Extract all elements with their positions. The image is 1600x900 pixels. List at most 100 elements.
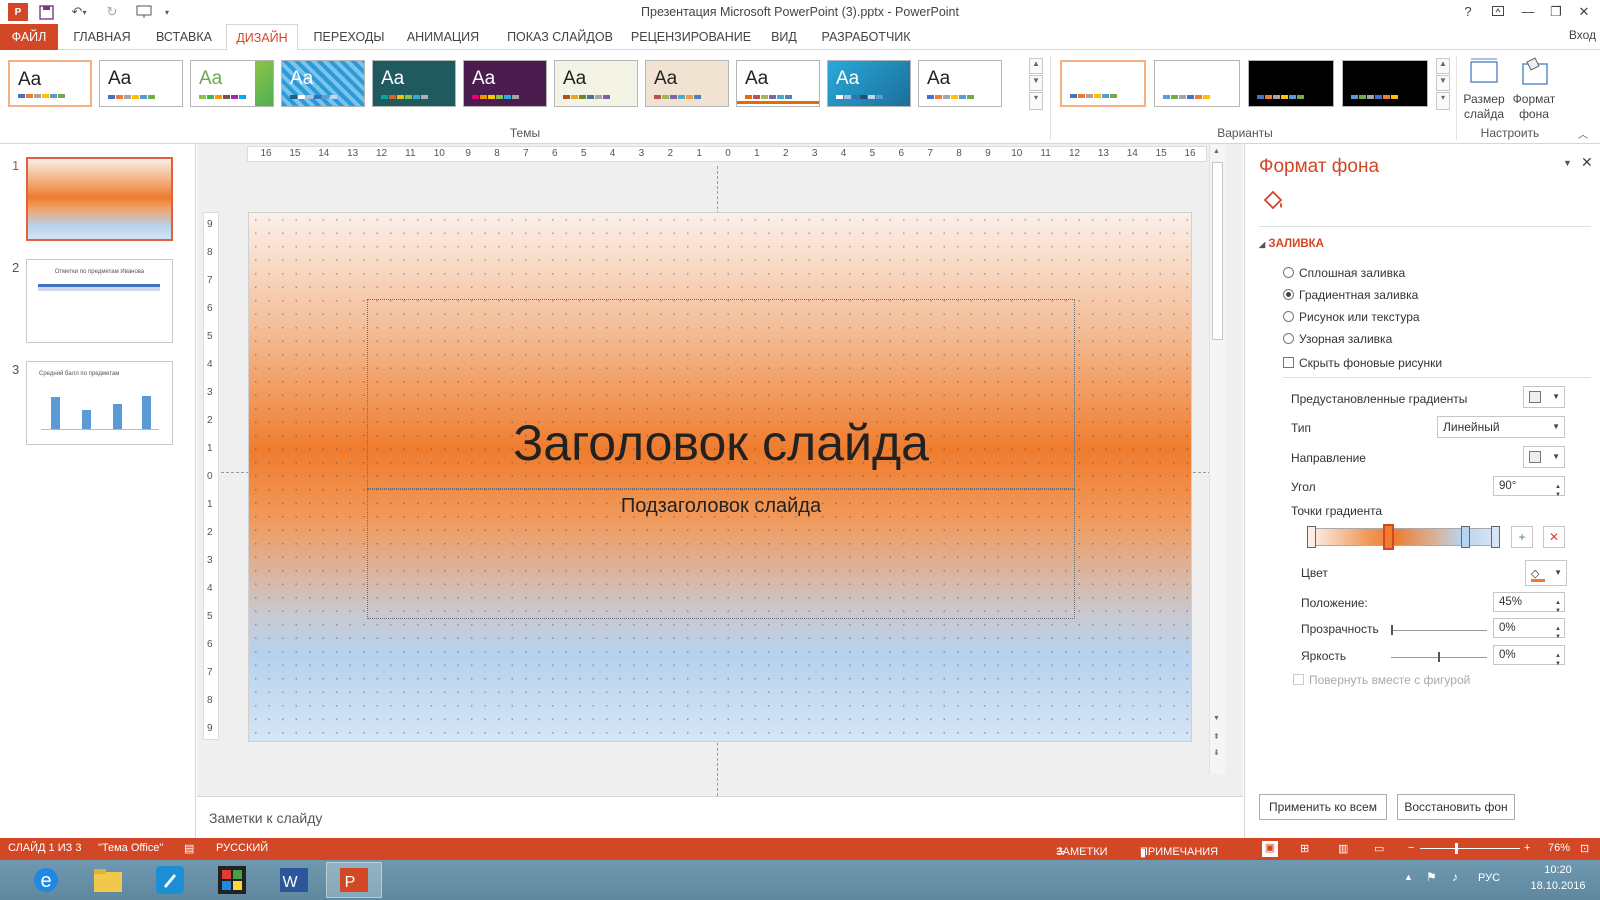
variant-2[interactable] [1154, 60, 1240, 107]
powerpoint-taskbar-icon[interactable]: P [326, 862, 382, 898]
tab-design[interactable]: ДИЗАЙН [226, 24, 298, 51]
add-gradient-stop-icon[interactable]: + [1511, 526, 1533, 548]
solid-fill-radio[interactable]: Сплошная заливка [1283, 266, 1405, 280]
ribbon-display-options-icon[interactable] [1484, 2, 1512, 22]
close-icon[interactable]: ✕ [1570, 2, 1598, 22]
language[interactable]: РУССКИЙ [216, 842, 268, 854]
color-picker-dropdown[interactable]: ◇ ▼ [1525, 560, 1567, 586]
tab-review[interactable]: РЕЦЕНЗИРОВАНИЕ [628, 24, 754, 50]
tab-animation[interactable]: АНИМАЦИЯ [400, 24, 486, 50]
slider-thumb[interactable] [1438, 652, 1440, 662]
help-button[interactable]: ? [1454, 2, 1482, 22]
gradient-stop-handle[interactable] [1307, 526, 1316, 548]
file-explorer-icon[interactable] [80, 862, 136, 898]
sign-in-link[interactable]: Вход [1569, 28, 1596, 42]
next-slide-icon[interactable]: ⇟ [1213, 748, 1220, 757]
tab-file[interactable]: ФАЙЛ [0, 24, 58, 50]
gradient-stop-handle[interactable] [1461, 526, 1470, 548]
gradient-fill-radio[interactable]: Градиентная заливка [1283, 288, 1418, 302]
show-hidden-icons[interactable]: ▲ [1404, 872, 1413, 882]
theme-3[interactable]: Aa [190, 60, 274, 107]
collapse-ribbon-icon[interactable]: ︿ [1578, 126, 1588, 141]
brightness-spinner[interactable]: 0% ▲ ▼ [1493, 645, 1565, 667]
slide-subtitle[interactable]: Подзаголовок слайда [367, 495, 1075, 518]
fit-slide-icon[interactable]: ⊡ [1580, 842, 1589, 855]
variants-scroll-up-icon[interactable]: ▲ [1436, 58, 1450, 74]
tab-insert[interactable]: ВСТАВКА [146, 24, 222, 50]
tab-transitions[interactable]: ПЕРЕХОДЫ [304, 24, 394, 50]
rocket-app-icon[interactable] [142, 862, 198, 898]
scroll-up-icon[interactable]: ▲ [1213, 148, 1220, 155]
normal-view-icon[interactable]: ▣ [1262, 841, 1278, 857]
brightness-slider[interactable] [1391, 652, 1487, 662]
themes-scroll-up-icon[interactable]: ▲ [1029, 58, 1043, 74]
restore-icon[interactable]: ❐ [1542, 2, 1570, 22]
picture-fill-radio[interactable]: Рисунок или текстура [1283, 310, 1420, 324]
fill-category-icon[interactable] [1261, 190, 1287, 214]
word-icon[interactable]: W [266, 862, 322, 898]
variants-more-icon[interactable]: ▾ [1436, 92, 1450, 110]
internet-explorer-icon[interactable]: e [18, 862, 74, 898]
zoom-slider[interactable] [1420, 848, 1520, 849]
theme-10[interactable]: Aa [827, 60, 911, 107]
gradient-stop-handle-selected[interactable] [1383, 524, 1394, 550]
theme-4[interactable]: Aa [281, 60, 365, 107]
tab-slideshow[interactable]: ПОКАЗ СЛАЙДОВ [500, 24, 620, 50]
pane-close-icon[interactable]: ✕ [1581, 154, 1593, 171]
preset-gradients-dropdown[interactable]: ▼ [1523, 386, 1565, 408]
zoom-out-icon[interactable]: − [1408, 842, 1414, 854]
slide-canvas[interactable]: Заголовок слайда Подзаголовок слайда [248, 212, 1192, 742]
minimize-icon[interactable]: — [1514, 2, 1542, 22]
themes-more-icon[interactable]: ▾ [1029, 92, 1043, 110]
zoom-level[interactable]: 76% [1548, 842, 1570, 854]
theme-7[interactable]: Aa [554, 60, 638, 107]
themes-scroll-down-icon[interactable]: ▼ [1029, 75, 1043, 91]
spin-down-icon[interactable]: ▼ [1555, 486, 1561, 504]
scroll-down-icon[interactable]: ▼ [1213, 715, 1220, 722]
puzzle-app-icon[interactable] [204, 862, 260, 898]
reset-background-button[interactable]: Восстановить фон [1397, 794, 1515, 820]
theme-9[interactable]: Aa [736, 60, 820, 107]
spin-down-icon[interactable]: ▼ [1555, 655, 1561, 673]
spelling-icon[interactable]: ▤ [184, 842, 194, 855]
slideshow-view-icon[interactable]: ▭ [1374, 842, 1384, 855]
zoom-slider-thumb[interactable] [1455, 843, 1458, 854]
slide-sorter-icon[interactable]: ⊞ [1300, 842, 1309, 855]
spin-down-icon[interactable]: ▼ [1555, 628, 1561, 646]
angle-spinner[interactable]: 90° ▲ ▼ [1493, 476, 1565, 498]
variant-3[interactable] [1248, 60, 1334, 107]
slide-title[interactable]: Заголовок слайда [367, 413, 1075, 473]
input-language[interactable]: РУС [1478, 872, 1500, 884]
apply-to-all-button[interactable]: Применить ко всем [1259, 794, 1387, 820]
prev-slide-icon[interactable]: ⇞ [1213, 732, 1220, 741]
tab-home[interactable]: ГЛАВНАЯ [64, 24, 140, 50]
rotate-with-shape-checkbox[interactable]: Повернуть вместе с фигурой [1293, 673, 1470, 687]
slide-thumbnail-1[interactable] [26, 157, 173, 241]
clock-date[interactable]: 18.10.2016 [1530, 880, 1586, 892]
position-spinner[interactable]: 45% ▲ ▼ [1493, 592, 1565, 614]
theme-2[interactable]: Aa [99, 60, 183, 107]
notes-pane[interactable]: Заметки к слайду [197, 796, 1243, 838]
theme-5[interactable]: Aa [372, 60, 456, 107]
hide-background-checkbox[interactable]: Скрыть фоновые рисунки [1283, 356, 1442, 370]
pane-options-icon[interactable]: ▼ [1563, 158, 1572, 168]
clock-time[interactable]: 10:20 [1530, 864, 1586, 876]
tab-developer[interactable]: РАЗРАБОТЧИК [816, 24, 916, 50]
gradient-type-dropdown[interactable]: Линейный ▼ [1437, 416, 1565, 438]
notes-placeholder[interactable]: Заметки к слайду [209, 810, 322, 826]
zoom-in-icon[interactable]: + [1524, 842, 1530, 854]
network-icon[interactable]: ⚑ [1426, 870, 1437, 884]
theme-1[interactable]: Aa [8, 60, 92, 107]
scroll-thumb[interactable] [1212, 162, 1223, 340]
transparency-slider[interactable] [1391, 625, 1487, 635]
slide-size-button[interactable]: Размер слайда [1458, 56, 1510, 122]
volume-icon[interactable]: ♪ [1452, 870, 1458, 884]
direction-dropdown[interactable]: ▼ [1523, 446, 1565, 468]
fill-section-header[interactable]: ◢ ЗАЛИВКА [1259, 238, 1324, 250]
variant-4[interactable] [1342, 60, 1428, 107]
gradient-stop-handle[interactable] [1491, 526, 1500, 548]
theme-6[interactable]: Aa [463, 60, 547, 107]
format-background-button[interactable]: Формат фона [1508, 56, 1560, 122]
theme-8[interactable]: Aa [645, 60, 729, 107]
reading-view-icon[interactable]: ▥ [1338, 842, 1348, 855]
